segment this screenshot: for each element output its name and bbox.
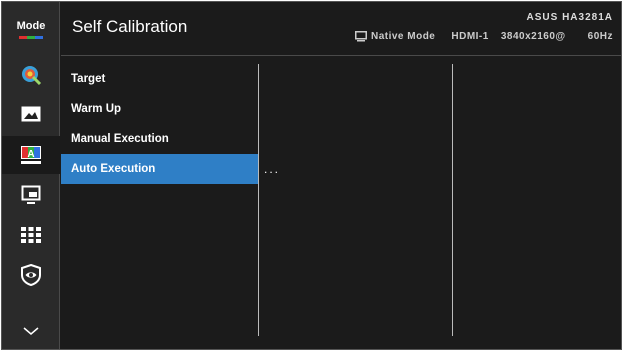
chevron-down-icon (23, 327, 39, 335)
eye-care-button[interactable] (2, 256, 60, 294)
color-icon (22, 66, 42, 86)
monitor-icon (354, 31, 367, 42)
column-divider-1 (258, 64, 259, 336)
model-name: ASUS HA3281A (526, 12, 613, 23)
pip-pbp-icon (21, 185, 41, 204)
osd-window: Mode A Self Calibration ASUS HA3281A Nat… (1, 1, 622, 350)
color-button[interactable] (2, 56, 60, 94)
status-mode: Native Mode (370, 31, 436, 42)
icon-rail: Mode A (2, 2, 60, 349)
image-icon (21, 106, 41, 122)
status-line: Native Mode HDMI-1 3840x2160@ 60Hz (354, 31, 613, 42)
pip-pbp-button[interactable] (2, 176, 60, 214)
status-resolution: 3840x2160@ (500, 31, 566, 42)
color-picture-button[interactable]: A (2, 136, 60, 174)
header: Self Calibration ASUS HA3281A Native Mod… (61, 2, 621, 56)
column-divider-2 (452, 64, 453, 336)
image-button[interactable] (2, 95, 60, 133)
svg-text:A: A (27, 149, 34, 160)
menu-item-warm-up[interactable]: Warm Up (61, 94, 259, 124)
scroll-down-button[interactable] (2, 312, 60, 349)
menu-item-auto-execution[interactable]: Auto Execution (61, 154, 259, 184)
mode-color-bar (19, 35, 43, 39)
mode-label: Mode (16, 19, 46, 32)
status-refresh: 60Hz (587, 31, 613, 42)
menu-item-target[interactable]: Target (61, 64, 259, 94)
status-input: HDMI-1 (451, 31, 489, 42)
page-title: Self Calibration (72, 17, 188, 36)
submenu-value[interactable]: ... (264, 154, 280, 184)
eye-care-icon (21, 264, 41, 286)
menu-item-manual-execution[interactable]: Manual Execution (61, 124, 259, 154)
shortcut-grid-icon (21, 227, 41, 243)
menu-list: Target Warm Up Manual Execution Auto Exe… (61, 64, 259, 184)
shortcut-button[interactable] (2, 216, 60, 254)
mode-button[interactable]: Mode (2, 2, 60, 56)
color-picture-icon: A (21, 146, 41, 164)
